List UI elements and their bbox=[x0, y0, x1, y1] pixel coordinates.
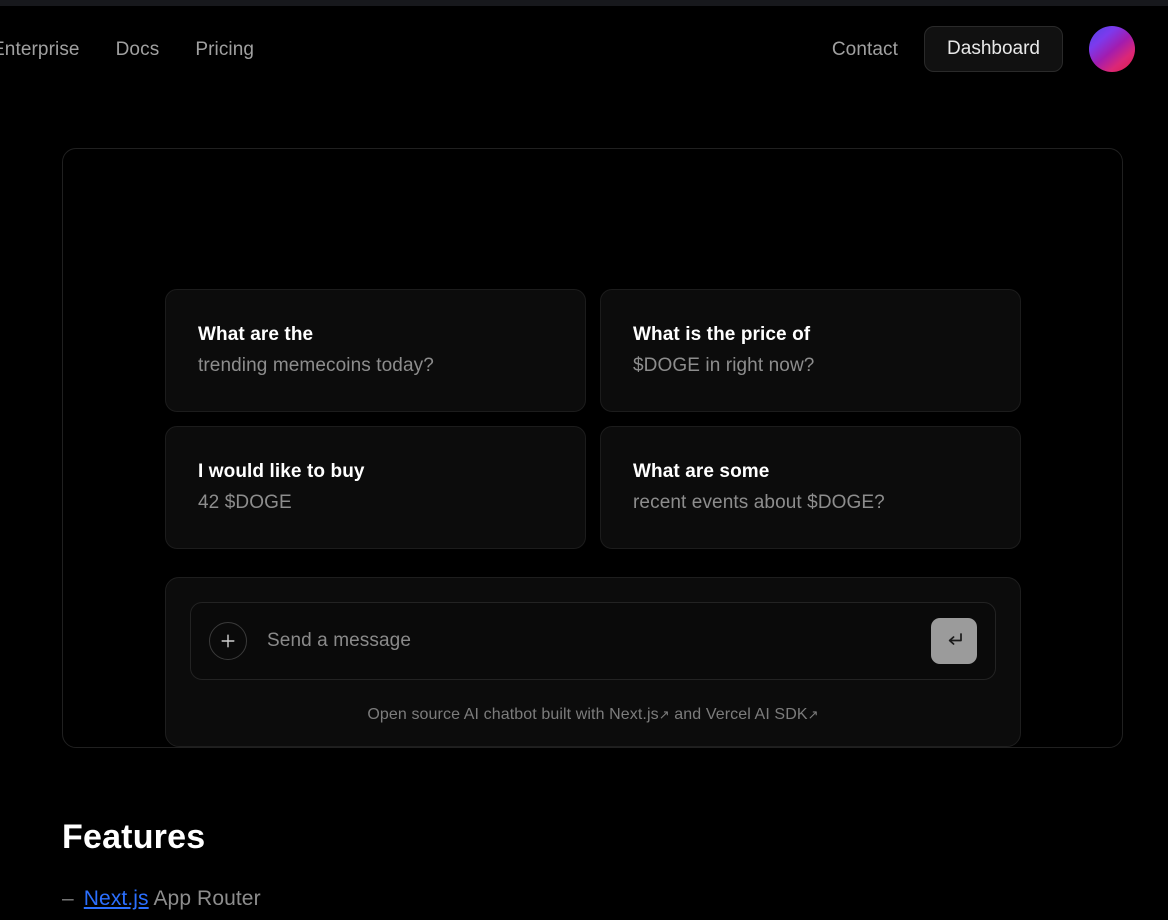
page-title: Features bbox=[62, 818, 206, 856]
feature-link-nextjs[interactable]: Next.js bbox=[84, 887, 149, 910]
suggestion-subtitle: trending memecoins today? bbox=[198, 354, 434, 376]
search-input[interactable] bbox=[247, 630, 931, 652]
vercel-ai-sdk-link-label: Vercel AI SDK bbox=[705, 706, 808, 723]
primary-nav: Enterprise Docs Pricing bbox=[0, 40, 254, 59]
suggestion-card-doge-events[interactable]: What are some recent events about $DOGE? bbox=[600, 426, 1021, 549]
nav-link-docs[interactable]: Docs bbox=[116, 40, 160, 59]
external-link-icon: ↗ bbox=[807, 707, 819, 722]
suggestion-title: What are some bbox=[633, 461, 770, 482]
list-dash: – bbox=[62, 887, 74, 910]
list-item: – Next.js App Router bbox=[62, 887, 1062, 911]
suggestion-subtitle: $DOGE in right now? bbox=[633, 354, 815, 376]
enter-return-icon bbox=[943, 629, 965, 654]
suggested-prompts: What are the trending memecoins today? W… bbox=[165, 289, 1021, 549]
composer-panel: Open source AI chatbot built with Next.j… bbox=[165, 577, 1021, 747]
suggestion-card-trending-memecoins[interactable]: What are the trending memecoins today? bbox=[165, 289, 586, 412]
suggestion-subtitle: 42 $DOGE bbox=[198, 491, 292, 513]
nextjs-link[interactable]: Next.js↗ bbox=[609, 706, 670, 723]
chat-panel: What are the trending memecoins today? W… bbox=[62, 148, 1123, 748]
suggestion-card-doge-price[interactable]: What is the price of $DOGE in right now? bbox=[600, 289, 1021, 412]
send-button[interactable] bbox=[931, 618, 977, 664]
dashboard-button[interactable]: Dashboard bbox=[924, 26, 1063, 72]
plus-icon[interactable] bbox=[209, 622, 247, 660]
footnote-prefix: Open source AI chatbot built with bbox=[367, 706, 605, 723]
suggestion-title: I would like to buy bbox=[198, 461, 365, 482]
avatar[interactable] bbox=[1089, 26, 1135, 72]
features-list: – Next.js App Router bbox=[62, 887, 1062, 911]
suggestion-subtitle: recent events about $DOGE? bbox=[633, 491, 885, 513]
message-input-row bbox=[190, 602, 996, 680]
external-link-icon: ↗ bbox=[658, 707, 670, 722]
features-section: Features – Next.js App Router bbox=[62, 818, 1062, 911]
suggestion-title: What is the price of bbox=[633, 324, 811, 345]
nav-link-enterprise[interactable]: Enterprise bbox=[0, 40, 80, 59]
nav-link-pricing[interactable]: Pricing bbox=[195, 40, 254, 59]
nextjs-link-label: Next.js bbox=[609, 706, 659, 723]
suggestion-card-buy-doge[interactable]: I would like to buy 42 $DOGE bbox=[165, 426, 586, 549]
feature-item-text: App Router bbox=[153, 887, 261, 910]
suggestion-title: What are the bbox=[198, 324, 314, 345]
vercel-ai-sdk-link[interactable]: Vercel AI SDK↗ bbox=[706, 706, 819, 723]
footnote-middle: and bbox=[674, 706, 702, 723]
site-header: Enterprise Docs Pricing Contact Dashboar… bbox=[0, 6, 1168, 92]
header-actions: Contact Dashboard bbox=[832, 26, 1168, 72]
chat-content: What are the trending memecoins today? W… bbox=[165, 149, 1021, 747]
nav-link-contact[interactable]: Contact bbox=[832, 40, 898, 59]
composer-footnote: Open source AI chatbot built with Next.j… bbox=[190, 706, 996, 724]
